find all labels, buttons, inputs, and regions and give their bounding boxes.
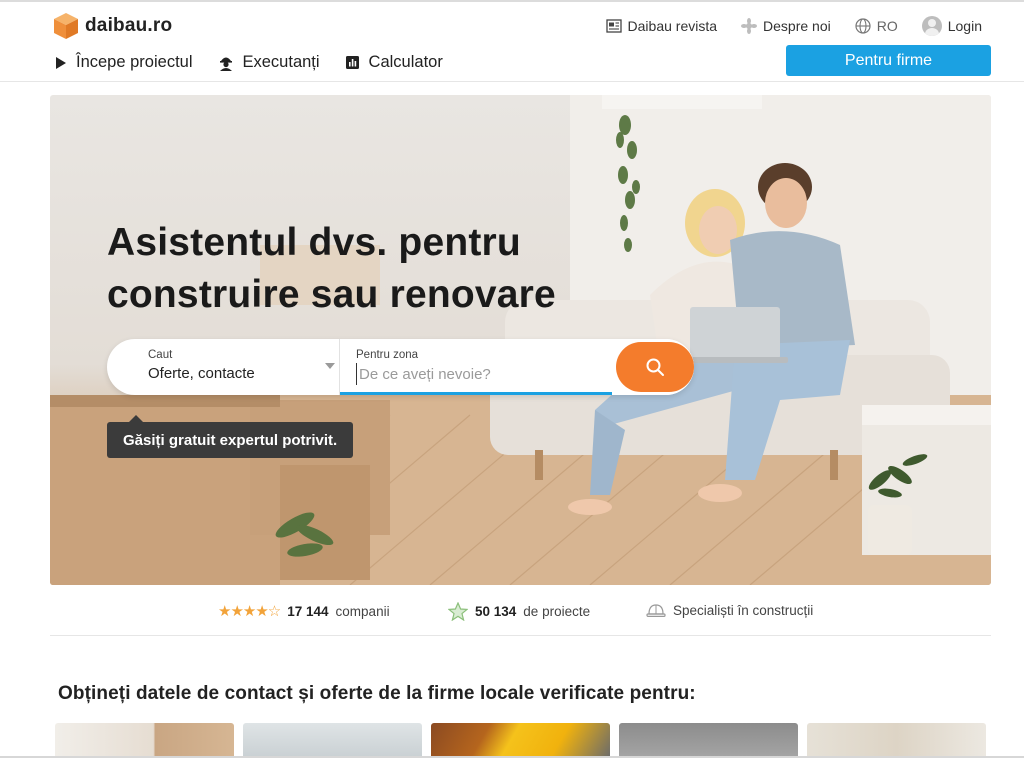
sparkle-badge-icon bbox=[741, 18, 758, 34]
star-rating-icon: ★★★★☆ bbox=[218, 603, 281, 620]
language-selector[interactable]: RO bbox=[855, 18, 898, 34]
nav-calculator-label: Calculator bbox=[368, 53, 443, 71]
search-category-select[interactable]: Caut Oferte, contacte bbox=[107, 339, 339, 395]
category-tile[interactable] bbox=[807, 723, 986, 758]
newspaper-icon bbox=[605, 19, 622, 33]
stat-specialists-label: Specialiști în construcții bbox=[673, 602, 814, 618]
section-title: Obțineți datele de contact și oferte de … bbox=[58, 683, 696, 704]
revista-link[interactable]: Daibau revista bbox=[605, 18, 718, 34]
nav-executanti-label: Executanți bbox=[242, 53, 320, 71]
pentru-firme-button[interactable]: Pentru firme bbox=[786, 45, 991, 76]
search-category-label: Caut bbox=[148, 349, 173, 361]
logo[interactable]: daibau.ro bbox=[53, 12, 172, 40]
category-tiles bbox=[55, 723, 986, 758]
stat-projects: 50 134 de proiecte bbox=[448, 602, 590, 621]
chevron-down-icon bbox=[325, 363, 335, 369]
category-tile[interactable] bbox=[243, 723, 422, 758]
search-zone: Pentru zona bbox=[340, 339, 612, 395]
hero-title: Asistentul dvs. pentru construire sau re… bbox=[107, 217, 627, 321]
bar-chart-icon bbox=[345, 56, 359, 69]
stat-companies-count: 17 144 bbox=[287, 603, 329, 619]
stat-specialists: Specialiști în construcții bbox=[646, 602, 813, 618]
category-tile[interactable] bbox=[619, 723, 798, 758]
stat-companies: ★★★★☆ 17 144 companii bbox=[218, 602, 390, 620]
worker-helmet-icon bbox=[219, 55, 233, 71]
category-tile[interactable] bbox=[431, 723, 610, 758]
category-tile[interactable] bbox=[55, 723, 234, 758]
user-avatar-icon bbox=[921, 16, 942, 36]
globe-icon bbox=[855, 18, 871, 34]
utility-nav: Daibau revista Despre noi RO Login bbox=[605, 16, 982, 36]
hero-tooltip: Găsiți gratuit expertul potrivit. bbox=[107, 415, 354, 458]
search-category-value: Oferte, contacte bbox=[148, 365, 255, 382]
main-nav: Începe proiectul Executanți Calculator bbox=[56, 53, 443, 72]
play-triangle-icon bbox=[56, 56, 66, 69]
star-outline-icon bbox=[448, 602, 468, 621]
search-zone-label: Pentru zona bbox=[356, 349, 419, 361]
nav-start-project[interactable]: Începe proiectul bbox=[56, 53, 193, 72]
search-button[interactable] bbox=[612, 339, 694, 395]
site-header: daibau.ro Daibau revista Despre noi RO L… bbox=[0, 0, 1024, 82]
hero-title-line1: Asistentul dvs. pentru bbox=[107, 221, 521, 264]
stats-bar: ★★★★☆ 17 144 companii 50 134 de proiecte… bbox=[50, 598, 991, 636]
nav-executanti[interactable]: Executanți bbox=[219, 53, 320, 72]
hero-title-line2: construire sau renovare bbox=[107, 273, 556, 316]
nav-start-project-label: Începe proiectul bbox=[76, 53, 193, 71]
search-bar: Caut Oferte, contacte Pentru zona bbox=[107, 339, 694, 395]
stat-projects-count: 50 134 bbox=[475, 604, 517, 619]
magnifier-icon bbox=[645, 357, 665, 377]
revista-label: Daibau revista bbox=[627, 18, 718, 34]
language-label: RO bbox=[876, 18, 898, 34]
cube-logo-icon bbox=[54, 13, 78, 39]
search-zone-input[interactable] bbox=[356, 363, 596, 385]
nav-calculator[interactable]: Calculator bbox=[345, 53, 443, 72]
hard-hat-icon bbox=[646, 602, 666, 618]
stat-companies-label: companii bbox=[335, 603, 390, 619]
stat-projects-label: de proiecte bbox=[523, 604, 591, 619]
logo-text: daibau.ro bbox=[85, 15, 173, 36]
despre-label: Despre noi bbox=[763, 18, 831, 34]
search-button-fill bbox=[616, 342, 694, 392]
despre-link[interactable]: Despre noi bbox=[741, 18, 831, 34]
login-link[interactable]: Login bbox=[921, 16, 982, 36]
hero-banner: Asistentul dvs. pentru construire sau re… bbox=[50, 95, 991, 585]
login-label: Login bbox=[947, 18, 982, 34]
